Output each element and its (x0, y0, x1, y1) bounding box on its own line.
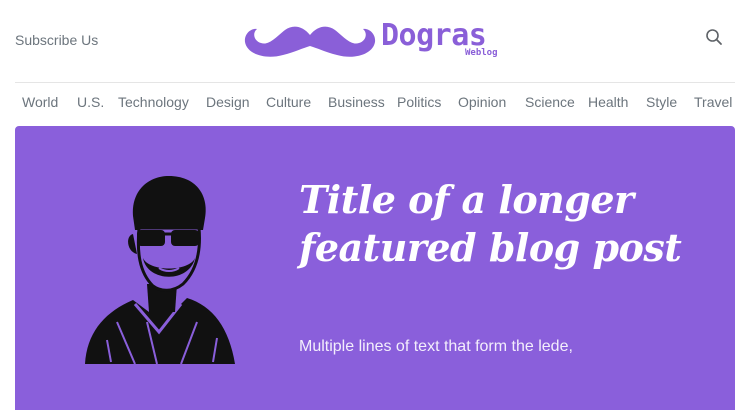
nav-item-politics[interactable]: Politics (397, 94, 441, 110)
nav-item-world[interactable]: World (22, 94, 58, 110)
nav-item-science[interactable]: Science (525, 94, 575, 110)
category-nav: World U.S. Technology Design Culture Bus… (15, 84, 735, 120)
subscribe-link[interactable]: Subscribe Us (15, 32, 98, 48)
nav-item-us[interactable]: U.S. (77, 94, 104, 110)
nav-item-technology[interactable]: Technology (118, 94, 189, 110)
mustache-icon (244, 26, 376, 57)
featured-post-hero: Title of a longer featured blog post Mul… (15, 126, 735, 410)
brand-subtitle: Weblog (465, 48, 498, 58)
site-header: Subscribe Us Dogras Weblog (15, 0, 735, 83)
search-icon[interactable] (705, 28, 723, 46)
nav-item-culture[interactable]: Culture (266, 94, 311, 110)
featured-post-lede: Multiple lines of text that form the led… (299, 338, 573, 355)
nav-item-style[interactable]: Style (646, 94, 677, 110)
nav-item-design[interactable]: Design (206, 94, 250, 110)
nav-item-health[interactable]: Health (588, 94, 628, 110)
site-logo[interactable]: Dogras Weblog (243, 18, 513, 66)
nav-item-travel[interactable]: Travel (694, 94, 732, 110)
portrait-illustration (85, 176, 235, 365)
nav-item-opinion[interactable]: Opinion (458, 94, 506, 110)
nav-item-business[interactable]: Business (328, 94, 385, 110)
featured-post-title[interactable]: Title of a longer featured blog post (299, 176, 709, 272)
